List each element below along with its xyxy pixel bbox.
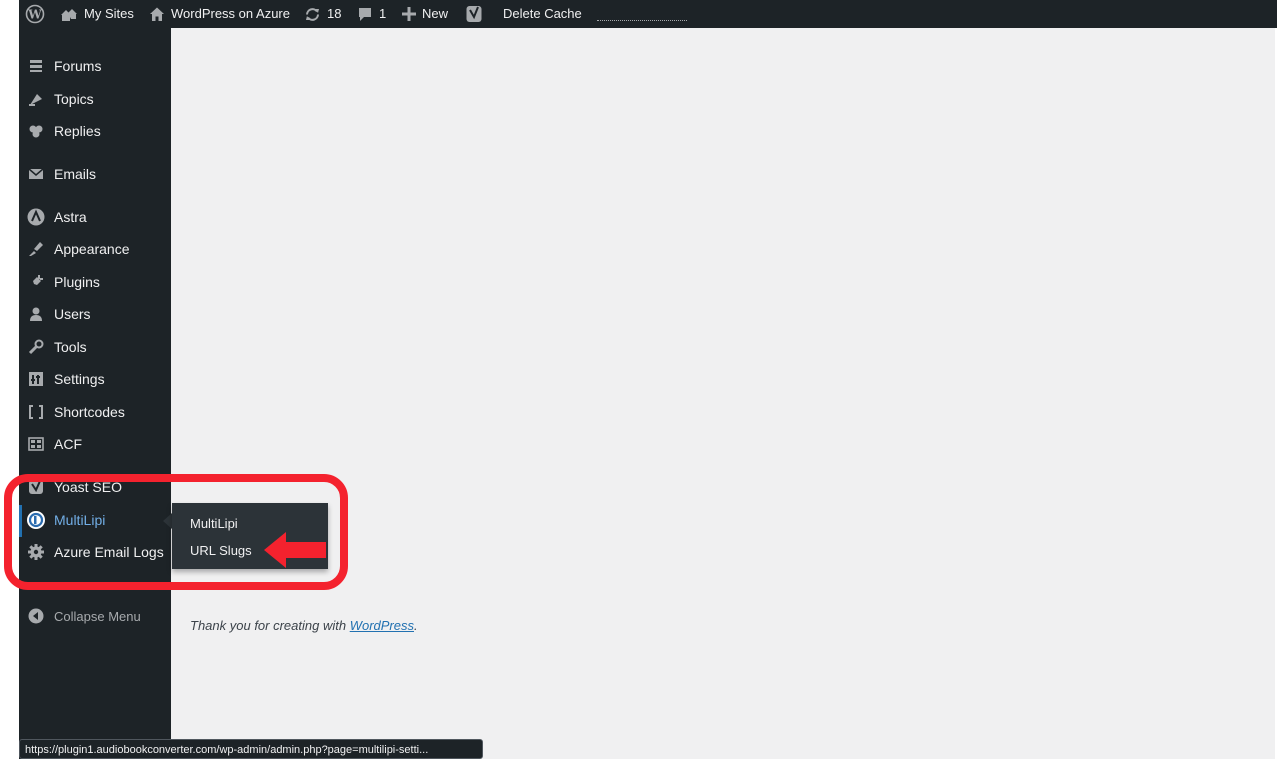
home-icon bbox=[150, 7, 164, 21]
wordpress-link[interactable]: WordPress bbox=[350, 618, 414, 633]
updates-icon bbox=[306, 7, 319, 21]
sidebar-item-emails[interactable]: Emails bbox=[19, 159, 171, 189]
sidebar-item-users[interactable]: Users bbox=[19, 299, 171, 329]
svg-text:W: W bbox=[27, 8, 42, 22]
comments-count: 1 bbox=[379, 6, 387, 21]
sidebar-item-label: Plugins bbox=[54, 274, 100, 290]
delete-cache-label: Delete Cache bbox=[503, 6, 582, 21]
sidebar-item-shortcodes[interactable]: Shortcodes bbox=[19, 397, 171, 427]
comment-icon bbox=[359, 8, 371, 21]
my-sites-icon bbox=[61, 9, 77, 21]
sidebar-item-tools[interactable]: Tools bbox=[19, 332, 171, 362]
wordpress-logo-icon: W bbox=[25, 4, 45, 24]
new-content-button[interactable]: New bbox=[402, 0, 448, 28]
plugins-icon bbox=[26, 272, 46, 292]
forums-icon bbox=[26, 56, 46, 76]
delete-cache-button[interactable]: Delete Cache bbox=[503, 0, 582, 28]
sidebar-item-forums[interactable]: Forums bbox=[19, 51, 171, 81]
appearance-icon bbox=[26, 239, 46, 259]
astra-icon bbox=[26, 207, 46, 227]
sidebar-item-topics[interactable]: Topics bbox=[19, 84, 171, 114]
main-content bbox=[171, 28, 1275, 759]
sidebar-item-settings[interactable]: Settings bbox=[19, 364, 171, 394]
sidebar-item-replies[interactable]: Replies bbox=[19, 116, 171, 146]
updates-count: 18 bbox=[327, 6, 342, 21]
sidebar-item-label: ACF bbox=[54, 436, 82, 452]
acf-icon bbox=[26, 434, 46, 454]
site-name-button[interactable]: WordPress on Azure bbox=[149, 0, 290, 28]
collapse-icon bbox=[26, 606, 46, 626]
sidebar-item-plugins[interactable]: Plugins bbox=[19, 267, 171, 297]
users-icon bbox=[26, 304, 46, 324]
screen: W My Sites WordPress on Azure 18 1 New D… bbox=[0, 0, 1277, 759]
sidebar-item-appearance[interactable]: Appearance bbox=[19, 234, 171, 264]
tools-icon bbox=[26, 337, 46, 357]
sidebar-item-label: Astra bbox=[54, 209, 87, 225]
my-sites-button[interactable]: My Sites bbox=[60, 0, 134, 28]
sidebar-item-label: Appearance bbox=[54, 241, 130, 257]
admin-sidebar: Forums Topics Replies Emails Astra Appea… bbox=[19, 28, 171, 759]
sidebar-item-label: Topics bbox=[54, 91, 94, 107]
admin-bar-placeholder bbox=[597, 20, 687, 21]
sidebar-item-label: Settings bbox=[54, 371, 105, 387]
pointer-arrow-icon bbox=[264, 532, 326, 568]
sidebar-item-label: Forums bbox=[54, 58, 102, 74]
sidebar-item-acf[interactable]: ACF bbox=[19, 429, 171, 459]
footer-thank-you: Thank you for creating with WordPress. bbox=[190, 618, 418, 633]
sidebar-item-label: Replies bbox=[54, 123, 101, 139]
collapse-menu-button[interactable]: Collapse Menu bbox=[19, 601, 171, 631]
sidebar-item-label: Users bbox=[54, 306, 91, 322]
sidebar-item-label: Shortcodes bbox=[54, 404, 125, 420]
email-icon bbox=[26, 164, 46, 184]
sidebar-item-label: Tools bbox=[54, 339, 87, 355]
topics-icon bbox=[26, 89, 46, 109]
comments-button[interactable]: 1 bbox=[357, 0, 386, 28]
new-label: New bbox=[422, 6, 449, 21]
wp-logo-button[interactable]: W bbox=[25, 0, 45, 28]
admin-bar: W My Sites WordPress on Azure 18 1 New D… bbox=[19, 0, 1277, 28]
footer-suffix: . bbox=[414, 618, 418, 633]
sidebar-item-astra[interactable]: Astra bbox=[19, 202, 171, 232]
my-sites-label: My Sites bbox=[84, 6, 134, 21]
replies-icon bbox=[26, 121, 46, 141]
settings-icon bbox=[26, 369, 46, 389]
yoast-icon bbox=[466, 6, 482, 22]
site-name-label: WordPress on Azure bbox=[171, 6, 290, 21]
footer-prefix: Thank you for creating with bbox=[190, 618, 350, 633]
updates-button[interactable]: 18 bbox=[304, 0, 341, 28]
sidebar-item-label: Emails bbox=[54, 166, 97, 182]
yoast-button[interactable] bbox=[466, 0, 483, 28]
shortcodes-icon bbox=[26, 402, 46, 422]
plus-icon bbox=[402, 7, 416, 21]
status-bar-url: https://plugin1.audiobookconverter.com/w… bbox=[19, 739, 483, 759]
sidebar-item-label: Collapse Menu bbox=[54, 608, 141, 624]
